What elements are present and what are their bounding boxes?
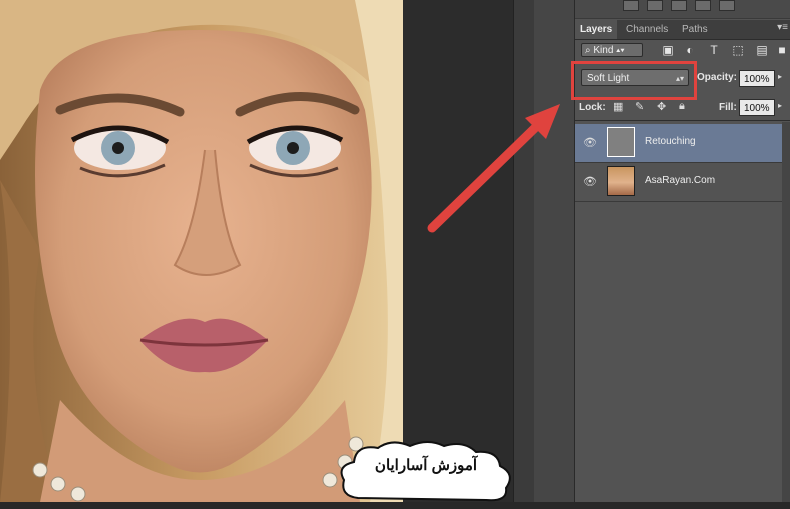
portrait-photo (0, 0, 403, 502)
blend-mode-highlight-box (571, 61, 697, 100)
panel-top-icons (575, 0, 790, 19)
layer-thumbnail (607, 127, 635, 157)
opacity-input[interactable]: 100% (739, 70, 775, 87)
fill-input[interactable]: 100% (739, 99, 775, 116)
type-filter-icon[interactable]: T (707, 43, 721, 57)
pixel-filter-icon[interactable]: ▣ (661, 43, 675, 57)
tool-icon[interactable] (719, 0, 735, 11)
filter-kind-label: Kind (593, 45, 614, 56)
panel-divider[interactable] (513, 0, 535, 502)
lock-all-icon[interactable]: 🔒︎ (679, 100, 685, 113)
visibility-eye-icon[interactable]: 👁︎ (583, 136, 597, 149)
smart-object-filter-icon[interactable]: ▤ (755, 43, 769, 57)
tool-icon[interactable] (695, 0, 711, 11)
lock-image-pixels-icon[interactable]: ✎ (635, 100, 644, 113)
panel-tabs: Layers Channels Paths ▾≡ (575, 20, 790, 40)
annotation-cloud: آموزش آسارایان (336, 438, 516, 504)
fill-arrow-icon[interactable]: ▸ (778, 101, 782, 110)
panel-menu-icon[interactable]: ▾≡ (777, 22, 788, 33)
collapsed-panel-strip (534, 0, 575, 502)
tool-icon[interactable] (647, 0, 663, 11)
lock-transparency-icon[interactable]: ▦ (613, 100, 623, 113)
layer-name: Retouching (645, 136, 696, 147)
layer-thumbnail (607, 166, 635, 196)
cloud-label: آموزش آسارایان (374, 457, 478, 474)
tab-channels[interactable]: Channels (621, 20, 673, 39)
tab-paths[interactable]: Paths (677, 20, 713, 39)
filter-toggle-icon[interactable]: ■ (775, 43, 789, 57)
lock-position-icon[interactable]: ✥ (657, 100, 666, 113)
opacity-arrow-icon[interactable]: ▸ (778, 72, 782, 81)
fill-label: Fill: (719, 102, 737, 113)
layer-name: AsaRayan.Com (645, 175, 716, 186)
lock-label: Lock: (579, 102, 606, 113)
layers-scrollbar[interactable] (782, 122, 790, 502)
visibility-eye-icon[interactable]: 👁︎ (583, 175, 597, 188)
tab-layers[interactable]: Layers (575, 20, 618, 39)
tool-icon[interactable] (623, 0, 639, 11)
layer-row-asarayan[interactable]: 👁︎ AsaRayan.Com (575, 163, 782, 202)
tool-icon[interactable] (671, 0, 687, 11)
layer-filter-row: ⌕ Kind ▴▾ ▣ ◐ T ⬚ ▤ ■ (575, 40, 790, 62)
shape-filter-icon[interactable]: ⬚ (731, 43, 745, 57)
opacity-label: Opacity: (697, 72, 738, 83)
layer-row-retouching[interactable]: 👁︎ Retouching (575, 124, 782, 163)
adjustment-filter-icon[interactable]: ◐ (683, 43, 697, 57)
canvas-background (403, 0, 513, 502)
filter-kind-dropdown[interactable]: ⌕ Kind ▴▾ (581, 43, 643, 57)
